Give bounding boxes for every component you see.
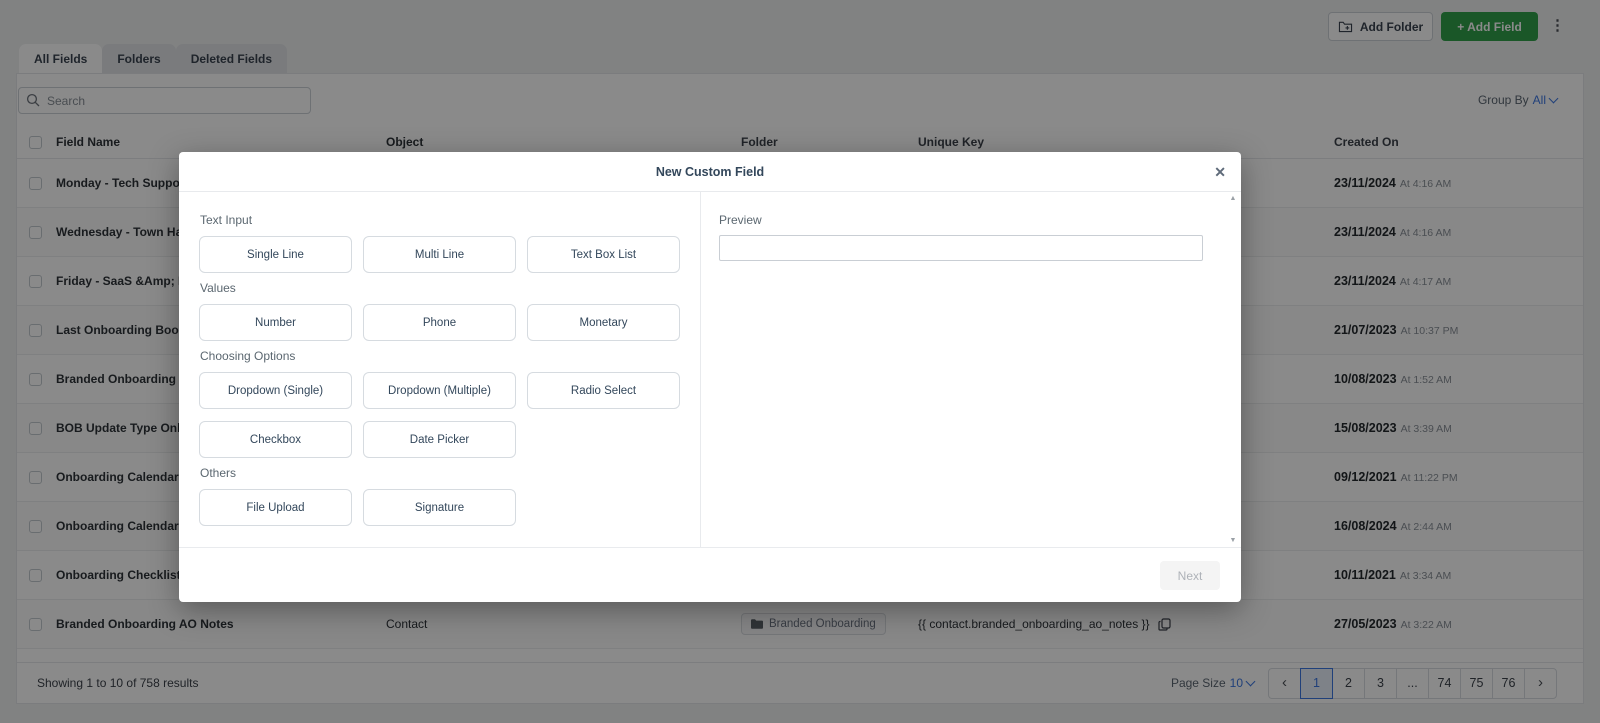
field-type-file-upload[interactable]: File Upload <box>199 489 352 526</box>
field-type-radio-select[interactable]: Radio Select <box>527 372 680 409</box>
modal-footer: Next <box>179 547 1241 602</box>
field-type-monetary[interactable]: Monetary <box>527 304 680 341</box>
preview-label: Preview <box>719 213 762 227</box>
field-type-number[interactable]: Number <box>199 304 352 341</box>
field-type-phone[interactable]: Phone <box>363 304 516 341</box>
field-type-list: Text Input Single Line Multi Line Text B… <box>179 192 700 547</box>
field-type-checkbox[interactable]: Checkbox <box>199 421 352 458</box>
preview-pane: Preview <box>701 192 1241 547</box>
field-type-dropdown-single[interactable]: Dropdown (Single) <box>199 372 352 409</box>
field-type-date-picker[interactable]: Date Picker <box>363 421 516 458</box>
field-type-text-box-list[interactable]: Text Box List <box>527 236 680 273</box>
section-label-choosing-options: Choosing Options <box>200 349 296 363</box>
field-type-signature[interactable]: Signature <box>363 489 516 526</box>
section-label-text-input: Text Input <box>200 213 253 227</box>
field-type-multi-line[interactable]: Multi Line <box>363 236 516 273</box>
field-type-single-line[interactable]: Single Line <box>199 236 352 273</box>
section-label-others: Others <box>200 466 237 480</box>
scroll-down-icon[interactable]: ▼ <box>1230 537 1237 544</box>
scroll-up-icon[interactable]: ▲ <box>1230 195 1237 202</box>
modal-body: Text Input Single Line Multi Line Text B… <box>179 192 1241 547</box>
new-custom-field-modal: New Custom Field ✕ Text Input Single Lin… <box>179 152 1241 602</box>
section-label-values: Values <box>200 281 236 295</box>
close-icon[interactable]: ✕ <box>1214 163 1226 181</box>
field-type-dropdown-multiple[interactable]: Dropdown (Multiple) <box>363 372 516 409</box>
modal-scrollbar[interactable]: ▲ ▼ <box>1227 195 1239 544</box>
preview-input[interactable] <box>719 235 1203 261</box>
next-button[interactable]: Next <box>1160 561 1220 590</box>
modal-title: New Custom Field <box>655 164 765 179</box>
